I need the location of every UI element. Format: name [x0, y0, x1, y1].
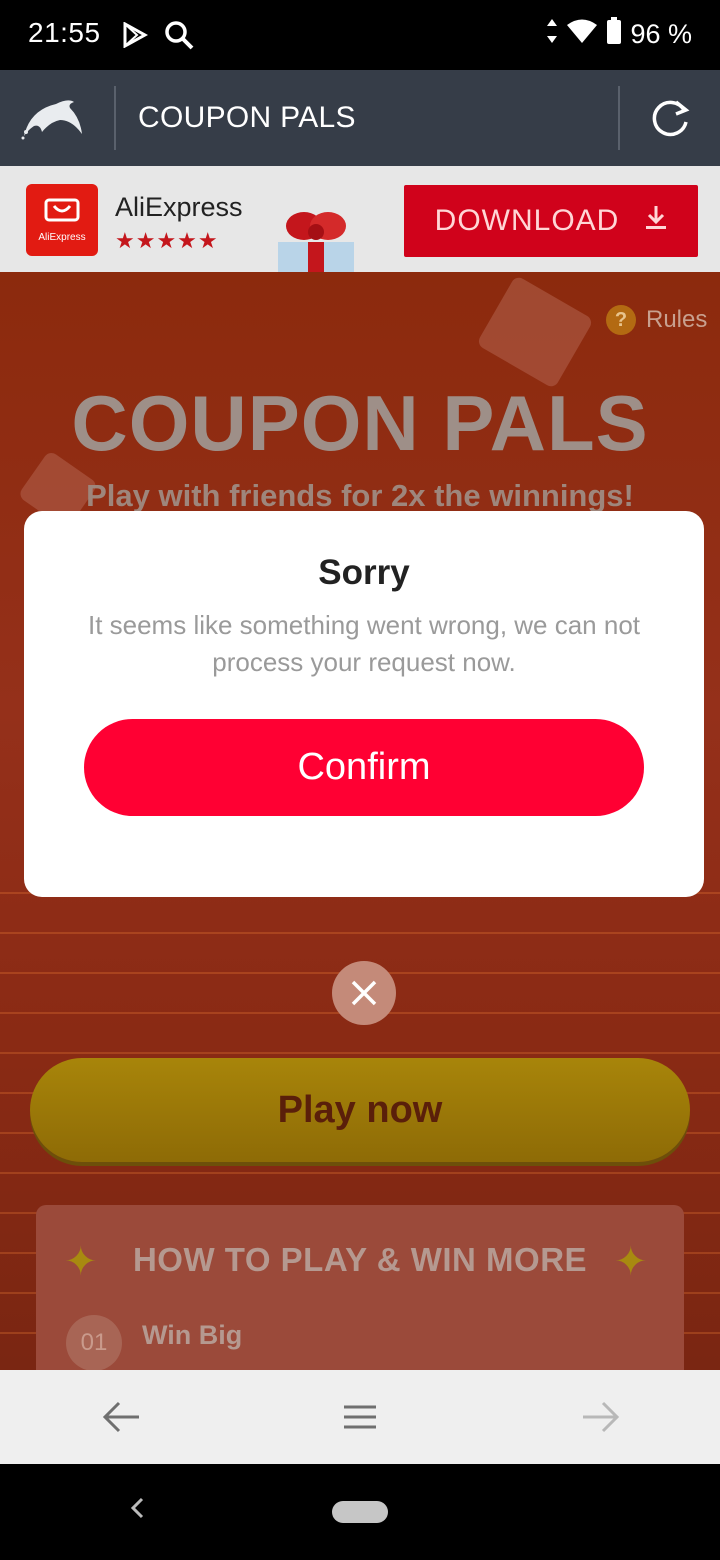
toolbar-divider [618, 86, 620, 150]
aliexpress-logo: AliExpress [26, 184, 98, 256]
close-icon [351, 980, 377, 1006]
status-time: 21:55 [28, 17, 101, 48]
hero-title: COUPON PALS [71, 379, 649, 467]
question-icon: ? [606, 305, 636, 335]
rules-link[interactable]: ? Rules [606, 305, 707, 335]
sparkle-icon: ✦ [614, 1240, 648, 1284]
ad-app-name: AliExpress [115, 192, 243, 222]
download-label: DOWNLOAD [434, 204, 620, 237]
step-number: 01 [66, 1315, 122, 1371]
menu-icon[interactable] [335, 1392, 385, 1442]
dialog-title: Sorry [318, 553, 410, 592]
hero-subtitle: Play with friends for 2x the winnings! [86, 478, 634, 513]
battery-percent: 96 % [630, 19, 692, 49]
status-bar: 21:55 96 % [0, 0, 720, 70]
system-nav-bar [0, 1464, 720, 1560]
status-icons: 96 % [546, 17, 692, 52]
download-button[interactable]: DOWNLOAD [404, 185, 698, 257]
refresh-icon[interactable] [648, 96, 692, 145]
toolbar-divider [114, 86, 116, 150]
forward-arrow-icon[interactable] [576, 1392, 626, 1442]
rules-label: Rules [646, 306, 708, 333]
step-title: Win Big [142, 1320, 243, 1350]
data-arrows-icon [546, 18, 558, 51]
system-back-icon[interactable] [128, 1494, 148, 1528]
wifi-icon [566, 18, 598, 51]
gift-box-icon [274, 204, 358, 279]
browser-bottom-nav [0, 1370, 720, 1464]
download-icon [645, 204, 667, 238]
logo-text: AliExpress [38, 232, 86, 243]
play-store-icon [122, 21, 149, 53]
confirm-button[interactable]: Confirm [84, 719, 644, 816]
browser-toolbar: COUPON PALS [0, 70, 720, 166]
coupon-decoration-icon [476, 274, 594, 390]
close-dialog-button[interactable] [332, 961, 396, 1025]
browser-page-title[interactable]: COUPON PALS [138, 101, 356, 135]
ad-banner[interactable]: AliExpress AliExpress ★★★★★ DOWNLOAD [0, 166, 720, 274]
battery-icon [606, 17, 622, 52]
how-to-title: HOW TO PLAY & WIN MORE [132, 1241, 588, 1278]
play-now-button[interactable]: Play now [30, 1058, 690, 1162]
dialog-message: It seems like something went wrong, we c… [87, 610, 641, 677]
error-dialog: Sorry It seems like something went wrong… [24, 511, 704, 897]
dolphin-logo-icon[interactable] [20, 96, 84, 145]
search-icon [164, 20, 194, 55]
ad-rating-stars: ★★★★★ [115, 228, 219, 253]
back-arrow-icon[interactable] [96, 1392, 146, 1442]
system-home-pill[interactable] [332, 1501, 388, 1523]
